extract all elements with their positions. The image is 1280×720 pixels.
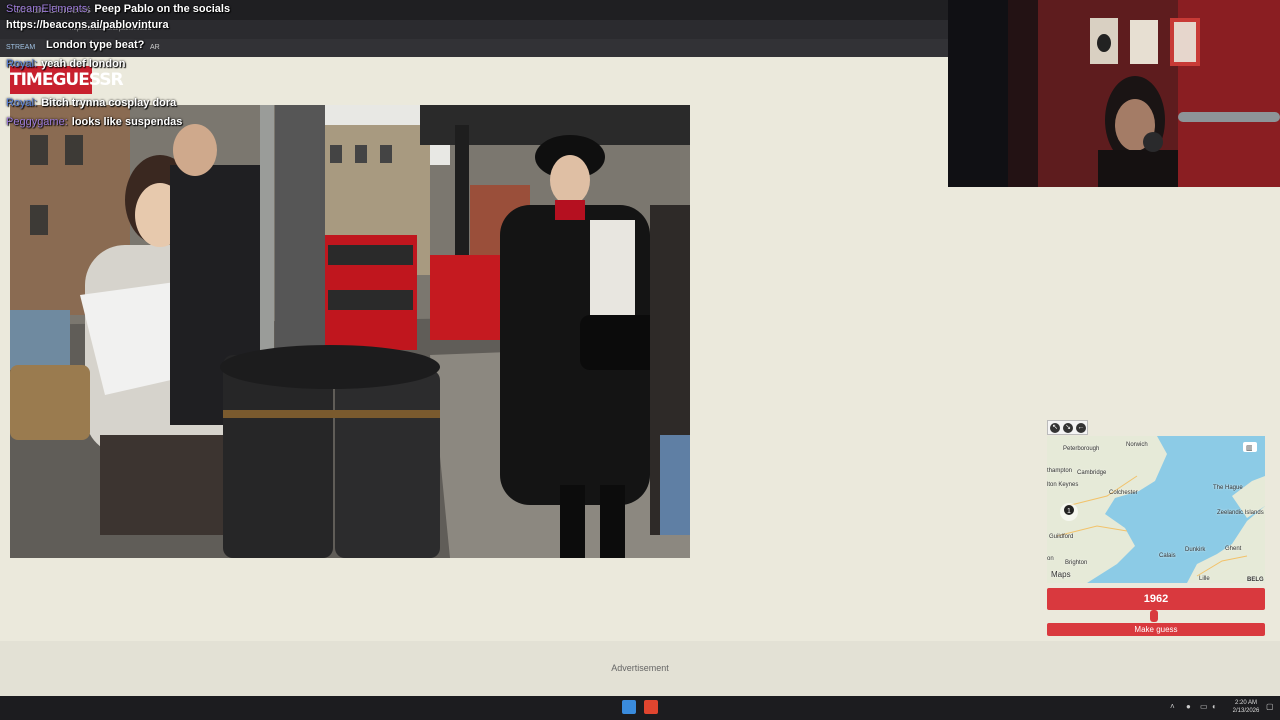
chat-text: Peep Pablo on the socials <box>94 3 231 15</box>
chat-message: https://beacons.ai/pablovintura <box>6 19 169 31</box>
browser-icon[interactable] <box>644 700 658 714</box>
volume-icon[interactable]: ◐ <box>1212 702 1217 711</box>
network-icon[interactable]: ▭ <box>1200 702 1208 711</box>
clock-date: 2/13/2026 <box>1232 708 1260 714</box>
map-label: Dunkirk <box>1185 547 1206 553</box>
map-pin-label: 1 <box>1067 508 1071 515</box>
arrow-left-icon[interactable]: ← <box>1076 423 1086 433</box>
map-label: lton Keynes <box>1047 482 1079 488</box>
year-display: 1962 <box>1047 588 1265 610</box>
map-toolbar: ↖ ↘ ← <box>1047 420 1088 435</box>
map-label: Ghent <box>1225 546 1242 552</box>
chat-text: https://beacons.ai/pablovintura <box>6 19 169 31</box>
map-label: Guildford <box>1049 534 1074 540</box>
map-label: Zeelandic Islands <box>1217 510 1264 516</box>
chat-username: Peggygame: <box>6 116 68 128</box>
chevron-up-icon[interactable]: ˄ <box>1170 702 1175 711</box>
chat-message: London type beat? <box>46 39 144 51</box>
chat-username: Royal: <box>6 97 38 109</box>
microphone-icon[interactable]: ● <box>1186 702 1191 711</box>
map-label: Cambridge <box>1077 470 1107 476</box>
start-icon[interactable] <box>622 700 636 714</box>
notification-icon[interactable]: ▢ <box>1266 702 1274 711</box>
clock-time: 2:20 AM <box>1234 700 1257 706</box>
expand-icon[interactable]: ↖ <box>1050 423 1060 433</box>
chat-username: StreamElements: <box>6 3 91 15</box>
year-slider[interactable] <box>1047 610 1265 622</box>
bookmark-ar[interactable]: AR <box>150 42 160 54</box>
webcam-overlay <box>948 0 1280 187</box>
guess-map[interactable]: 1 ▥ Peterborough Norwich Cambridge thamp… <box>1047 436 1265 583</box>
map-label: Lille <box>1199 576 1210 582</box>
chat-text: looks like suspendas <box>71 116 183 128</box>
chat-username: Royal: <box>6 58 38 70</box>
streamer-webcam-image <box>948 0 1280 187</box>
chat-text: yeah def london <box>41 58 126 70</box>
taskbar-clock[interactable]: 2:20 AM 2/13/2026 <box>1224 699 1268 715</box>
shrink-icon[interactable]: ↘ <box>1063 423 1073 433</box>
chat-message: StreamElements: Peep Pablo on the socials <box>6 3 230 15</box>
map-label: Colchester <box>1109 490 1138 496</box>
advertisement-area: Advertisement <box>0 641 1280 696</box>
map-label: on <box>1047 556 1054 562</box>
year-slider-thumb[interactable] <box>1149 610 1158 622</box>
map-label: Brighton <box>1065 560 1088 566</box>
chat-message: Royal: Bitch trynna cosplay dora <box>6 97 176 109</box>
taskbar: ˄ ● ▭ ◐ 2:20 AM 2/13/2026 ▢ <box>0 696 1280 720</box>
map-label: Norwich <box>1126 442 1148 448</box>
map-layers-icon[interactable]: ▥ <box>1246 445 1253 452</box>
bookmark-stream[interactable]: STREAM <box>6 42 35 54</box>
map-label: Calais <box>1159 553 1176 559</box>
timeguessr-logo[interactable]: TIMEGUESSR <box>10 66 124 94</box>
chat-message: Royal: yeah def london <box>6 58 126 70</box>
street-scene-image <box>10 105 690 558</box>
map-label: The Hague <box>1213 485 1243 491</box>
advertisement-label: Advertisement <box>611 663 669 673</box>
maps-brand: Maps <box>1051 570 1071 579</box>
guess-photo <box>10 105 690 558</box>
chat-text: London type beat? <box>46 39 145 51</box>
map-label: Peterborough <box>1063 446 1100 452</box>
chat-message: Peggygame: looks like suspendas <box>6 116 182 128</box>
make-guess-button[interactable]: Make guess <box>1047 623 1265 636</box>
map-label: thampton <box>1047 468 1073 474</box>
map-label: BELG <box>1247 577 1264 583</box>
chat-text: Bitch trynna cosplay dora <box>41 97 177 109</box>
